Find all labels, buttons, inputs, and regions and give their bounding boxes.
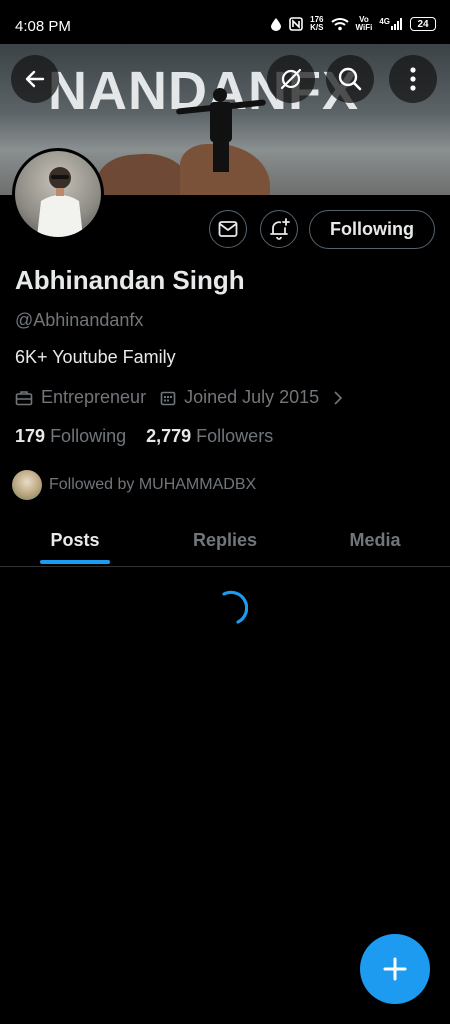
joined-item[interactable]: Joined July 2015 bbox=[160, 387, 343, 408]
notifications-button[interactable] bbox=[260, 210, 298, 248]
tab-replies[interactable]: Replies bbox=[150, 515, 300, 566]
followers-stat[interactable]: 2,779 Followers bbox=[146, 426, 273, 447]
profile-handle: @Abhinandanfx bbox=[15, 310, 144, 330]
banner-person bbox=[210, 102, 232, 142]
bell-plus-icon bbox=[270, 218, 290, 240]
back-arrow-icon bbox=[25, 70, 45, 88]
profile-stats: 179 Following 2,779 Followers bbox=[15, 426, 273, 447]
wifi-icon bbox=[330, 18, 349, 31]
message-button[interactable] bbox=[209, 210, 247, 248]
network-type: 4G bbox=[379, 17, 390, 26]
battery-indicator: 24 bbox=[410, 17, 436, 31]
mail-icon bbox=[218, 221, 238, 237]
compose-button[interactable] bbox=[360, 934, 430, 1004]
followed-by[interactable]: Followed by MUHAMMADBX bbox=[12, 470, 256, 500]
avatar-image bbox=[37, 167, 83, 237]
signal-indicator: 4G bbox=[379, 18, 403, 30]
following-count: 179 bbox=[15, 426, 46, 446]
banner-person bbox=[213, 88, 227, 102]
vowifi-indicator: Vo WiFi bbox=[355, 15, 373, 32]
banner-person bbox=[213, 140, 229, 172]
plus-icon bbox=[383, 957, 407, 981]
status-bar: 4:08 PM 176 K/S Vo WiFi 4G 24 bbox=[0, 0, 450, 44]
profile-bio: 6K+ Youtube Family bbox=[15, 347, 176, 367]
profile-avatar[interactable] bbox=[12, 148, 104, 240]
following-stat[interactable]: 179 Following bbox=[15, 426, 126, 447]
tab-media[interactable]: Media bbox=[300, 515, 450, 566]
more-vertical-icon bbox=[410, 67, 416, 91]
signal-icon bbox=[391, 18, 402, 30]
following-button[interactable]: Following bbox=[309, 210, 435, 249]
more-button[interactable] bbox=[389, 55, 437, 103]
profile-name: Abhinandan Singh bbox=[15, 265, 245, 295]
profession-label: Entrepreneur bbox=[41, 387, 147, 407]
briefcase-icon bbox=[15, 390, 33, 405]
calendar-icon bbox=[160, 391, 176, 405]
followers-count: 2,779 bbox=[146, 426, 192, 446]
joined-label: Joined July 2015 bbox=[184, 387, 320, 407]
net-speed: 176 K/S bbox=[310, 15, 324, 32]
followed-by-text: Followed by MUHAMMADBX bbox=[49, 476, 257, 493]
nfc-icon bbox=[289, 17, 303, 31]
loading-spinner-icon bbox=[222, 590, 248, 624]
followers-label: Followers bbox=[196, 426, 274, 446]
search-button[interactable] bbox=[326, 55, 374, 103]
profile-meta: Entrepreneur Joined July 2015 bbox=[15, 387, 357, 408]
follower-avatar bbox=[12, 470, 42, 500]
following-label: Following bbox=[50, 426, 127, 446]
grok-icon bbox=[280, 68, 302, 90]
search-icon bbox=[338, 67, 362, 91]
chevron-right-icon bbox=[334, 390, 343, 405]
data-saver-icon bbox=[271, 18, 282, 31]
profession-item: Entrepreneur bbox=[15, 387, 146, 408]
back-button[interactable] bbox=[11, 55, 59, 103]
tab-posts[interactable]: Posts bbox=[0, 515, 150, 566]
active-tab-indicator bbox=[40, 560, 110, 564]
status-time: 4:08 PM bbox=[15, 18, 71, 35]
status-icons: 176 K/S Vo WiFi 4G 24 bbox=[270, 16, 436, 32]
banner-rock bbox=[96, 150, 190, 195]
profile-tabs: Posts Replies Media bbox=[0, 515, 450, 567]
grok-button[interactable] bbox=[267, 55, 315, 103]
